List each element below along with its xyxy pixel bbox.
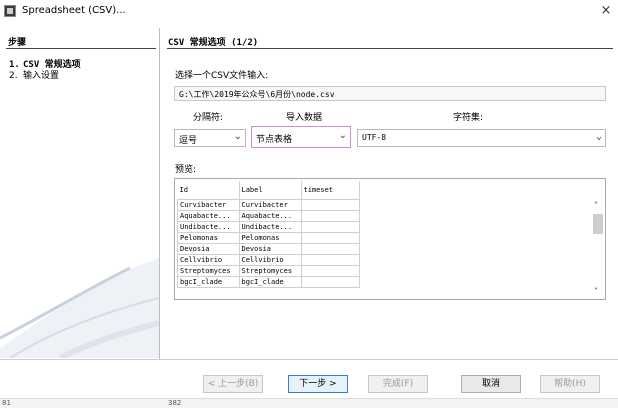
import-type-select[interactable]: 节点表格 ⌄ [251, 126, 351, 148]
charset-value: UTF-8 [362, 133, 387, 142]
table-cell [300, 221, 360, 233]
steps-divider [6, 48, 156, 49]
next-button[interactable]: 下一步 > [288, 375, 348, 393]
table-row: bgcI_clade bgcI_clade [177, 276, 360, 288]
file-select-label: 选择一个CSV文件输入: [175, 71, 269, 81]
back-button[interactable]: < 上一步(B) [203, 375, 263, 393]
table-cell: Streptomyces [238, 265, 302, 277]
table-row: Streptomyces Streptomyces [177, 265, 360, 277]
table-row: Undibacte... Undibacte... [177, 221, 360, 233]
footer-divider [0, 359, 618, 360]
import-label: 导入数据 [286, 113, 323, 123]
status-left-value: 81 [2, 399, 11, 407]
table-cell: Devosia [238, 243, 302, 255]
preview-table: Id Label timeset Curvibacter Curvibacter … [177, 181, 360, 288]
table-cell [300, 232, 360, 244]
scroll-thumb[interactable] [593, 214, 603, 234]
status-mid-value: 382 [168, 399, 182, 407]
table-row: Aquabacte... Aquabacte... [177, 210, 360, 222]
preview-header-row: Id Label timeset [177, 181, 360, 200]
preview-grid[interactable]: Id Label timeset Curvibacter Curvibacter … [174, 178, 606, 300]
section-title: CSV 常规选项 (1/2) [168, 38, 259, 48]
column-header: Label [239, 181, 302, 200]
table-cell [300, 199, 360, 211]
step-number: 2. [9, 71, 18, 81]
table-cell: Undibacte... [238, 221, 302, 233]
window-title: Spreadsheet (CSV)... [22, 5, 126, 16]
chevron-down-icon: ⌄ [233, 131, 242, 142]
table-cell [300, 210, 360, 222]
table-cell: Undibacte... [177, 221, 240, 233]
table-row: Cellvibrio Cellvibrio [177, 254, 360, 266]
title-bar: Spreadsheet (CSV)... × [0, 0, 618, 24]
preview-scrollbar[interactable]: ˄ ˅ [591, 179, 605, 299]
charset-select[interactable]: UTF-8 ⌄ [357, 129, 606, 147]
table-cell: bgcI_clade [238, 276, 302, 288]
table-cell: Pelomonas [177, 232, 240, 244]
table-cell: Pelomonas [238, 232, 302, 244]
table-cell: Aquabacte... [177, 210, 240, 222]
table-cell [300, 243, 360, 255]
chevron-down-icon: ⌄ [595, 131, 602, 142]
step-label: 输入设置 [23, 71, 60, 81]
cancel-button[interactable]: 取消 [461, 375, 521, 393]
scroll-down-icon[interactable]: ˅ [594, 287, 598, 296]
table-cell [300, 254, 360, 266]
table-cell: Cellvibrio [238, 254, 302, 266]
section-divider [167, 48, 613, 49]
help-button[interactable]: 帮助(H) [540, 375, 600, 393]
table-row: Devosia Devosia [177, 243, 360, 255]
decorative-wave-graphic [0, 258, 159, 358]
table-row: Curvibacter Curvibacter [177, 199, 360, 211]
column-header: Id [177, 181, 240, 200]
separator-value: 逗号 [179, 136, 198, 146]
steps-panel: 步骤 1. CSV 常规选项 2. 输入设置 [0, 28, 159, 359]
table-cell: Curvibacter [238, 199, 302, 211]
close-icon[interactable]: × [600, 3, 612, 18]
table-cell: Devosia [177, 243, 240, 255]
table-cell: Curvibacter [177, 199, 240, 211]
preview-label: 预览: [175, 165, 197, 175]
table-row: Pelomonas Pelomonas [177, 232, 360, 244]
table-cell [300, 265, 360, 277]
table-cell: Cellvibrio [177, 254, 240, 266]
finish-button[interactable]: 完成(F) [368, 375, 428, 393]
table-cell: Streptomyces [177, 265, 240, 277]
chevron-down-icon: ⌄ [338, 130, 347, 141]
app-icon [4, 5, 16, 17]
table-cell: bgcI_clade [177, 276, 240, 288]
step-item-input-settings: 2. 输入设置 [9, 68, 59, 81]
file-path-field[interactable]: G:\工作\2019年公众号\6月份\node.csv [174, 86, 606, 101]
table-cell [300, 276, 360, 288]
separator-select[interactable]: 逗号 ⌄ [174, 129, 246, 147]
table-cell: Aquabacte... [238, 210, 302, 222]
column-header: timeset [301, 181, 360, 200]
steps-title: 步骤 [8, 38, 27, 48]
scroll-up-icon[interactable]: ˄ [594, 201, 598, 210]
charset-label: 字符集: [453, 113, 484, 123]
separator-label: 分隔符: [193, 113, 224, 123]
panel-separator [159, 28, 160, 359]
import-type-value: 节点表格 [256, 135, 293, 145]
